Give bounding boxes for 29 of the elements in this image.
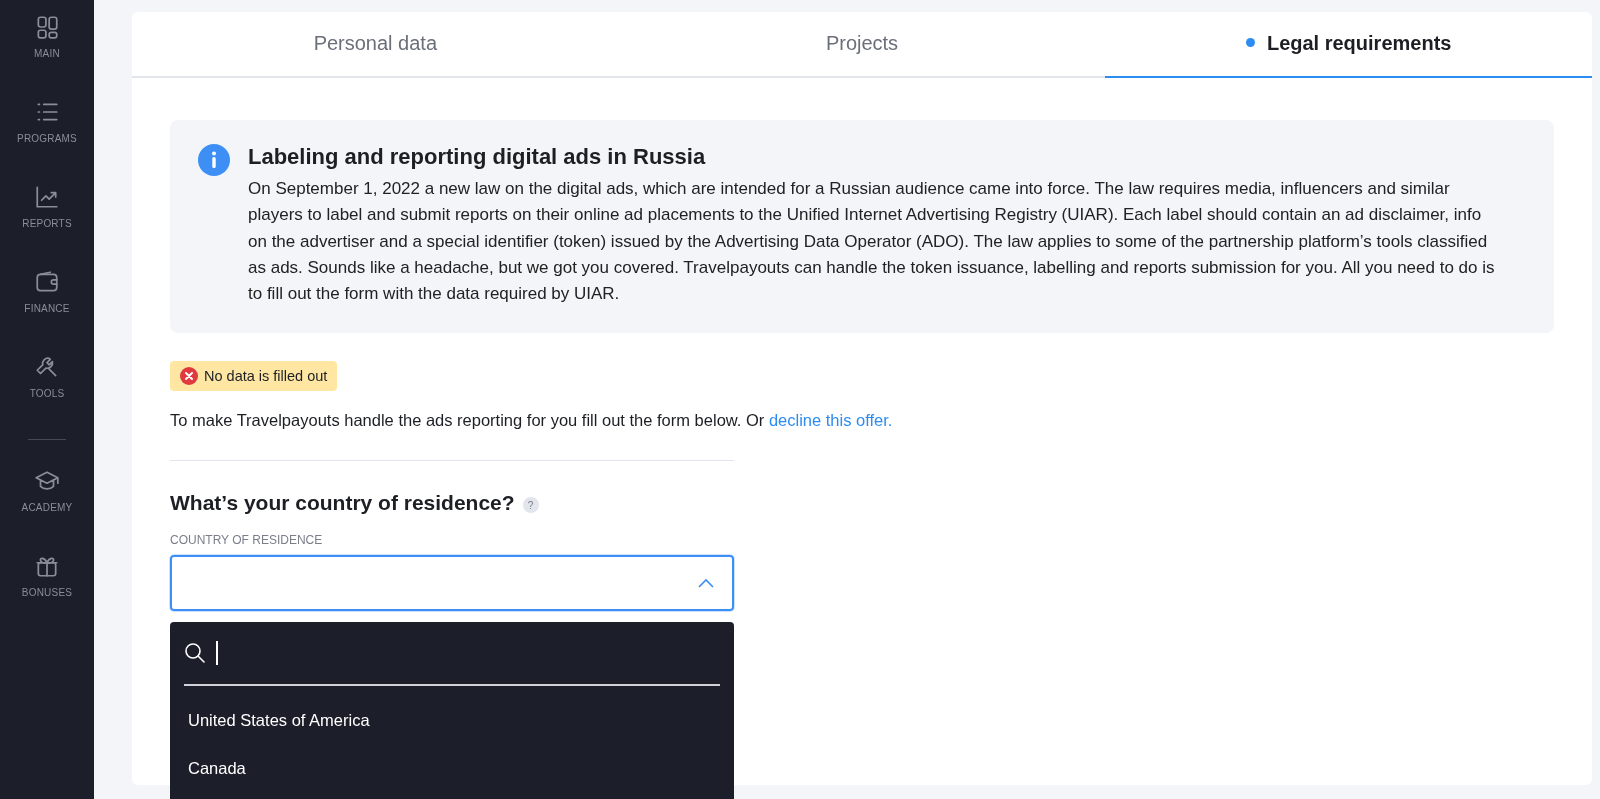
- grid-icon: [34, 14, 60, 40]
- nav-item[interactable]: MAIN: [34, 14, 60, 99]
- nav-item[interactable]: TOOLS: [29, 354, 65, 439]
- chart-icon: [34, 184, 60, 210]
- intro-paragraph: To make Travelpayouts handle the ads reporting for you fill out the form below. Or decline this offer.: [170, 411, 894, 431]
- dropdown-option[interactable]: Canada: [184, 744, 720, 792]
- nav-item[interactable]: REPORTS: [22, 184, 72, 269]
- status-text: No data is filled out: [204, 368, 328, 385]
- text-cursor: [216, 641, 218, 665]
- error-icon: [180, 367, 198, 386]
- wallet-icon: [34, 269, 60, 295]
- tab[interactable]: Personal data: [132, 12, 619, 78]
- search-icon: [184, 642, 206, 664]
- dropdown-option[interactable]: United States of America: [184, 696, 720, 744]
- nav-item[interactable]: PROGRAMS: [17, 99, 77, 184]
- question-title: What’s your country of residence?: [170, 491, 515, 516]
- decline-link[interactable]: decline this offer.: [768, 411, 893, 430]
- info-title: Labeling and reporting digital ads in Russia: [248, 144, 707, 170]
- chevron-icon: [698, 578, 714, 589]
- info-icon: [198, 144, 230, 176]
- tab[interactable]: Legal requirements: [1105, 12, 1592, 78]
- tab[interactable]: Projects: [618, 12, 1106, 78]
- field-label: COUNTRY OF RESIDENCE: [170, 533, 324, 548]
- nav-item[interactable]: ACADEMY: [21, 468, 73, 553]
- info-paragraph: On September 1, 2022 a new law on the digital ads, which are intended for a Russian audience came into force. The law requires media, influencers and similar players to label and submit reports on their online ad placements to the Unified Internet Advertising Registry (UIAR). Each label should contain an ad disclaimer, info on the advertiser and a special identifier (token) issued by the Advertising Data Operator (ADO). The law applies to some of the partnership platform’s tools classified as ads. Sounds like a headache, but we got you covered. Travelpayouts can handle the token issuance, labelling and reports submission for you. All you need to do is to fill out the form with the data required by UIAR.: [248, 178, 1496, 306]
- help-button[interactable]: ?: [522, 497, 539, 514]
- nav-item[interactable]: FINANCE: [24, 269, 70, 354]
- nav-item[interactable]: BONUSES: [21, 553, 73, 638]
- country-select[interactable]: [170, 555, 734, 612]
